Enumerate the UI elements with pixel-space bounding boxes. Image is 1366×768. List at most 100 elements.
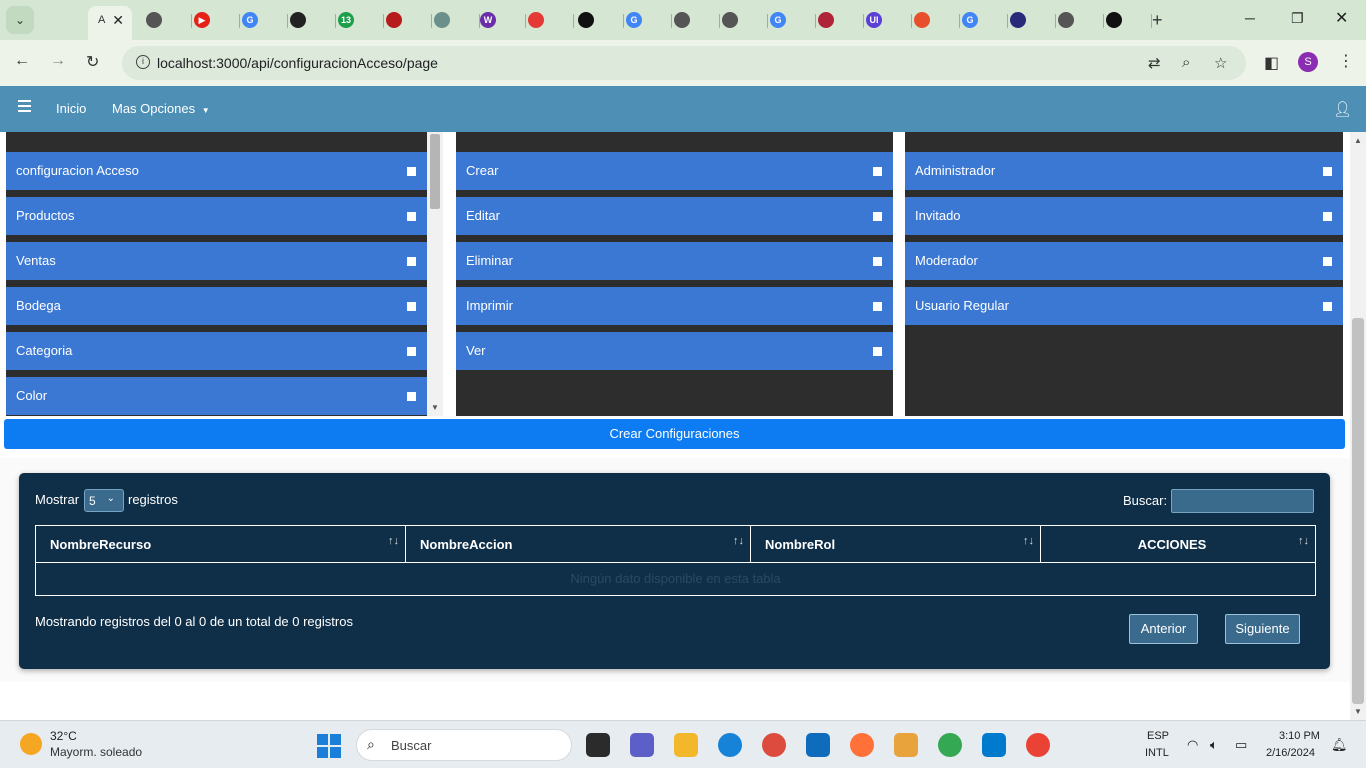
task-view-icon[interactable] <box>586 733 610 757</box>
side-panel-icon[interactable]: ◧ <box>1264 53 1279 73</box>
scroll-thumb[interactable] <box>430 134 440 209</box>
translate-icon[interactable]: ⇄ <box>1148 54 1161 72</box>
weather-description[interactable]: Mayorm. soleado <box>50 745 142 759</box>
weather-sun-icon[interactable] <box>20 733 42 755</box>
chrome-icon-2[interactable] <box>1026 733 1050 757</box>
firefox-icon[interactable] <box>850 733 874 757</box>
bookmark-star-icon[interactable]: ☆ <box>1214 54 1227 72</box>
recursos-scrollbar[interactable]: ▼ <box>427 132 443 416</box>
back-icon[interactable]: ← <box>14 52 30 70</box>
acciones-item-checkbox[interactable] <box>873 167 882 176</box>
acciones-item-checkbox[interactable] <box>873 212 882 221</box>
hamburger-menu-icon[interactable] <box>18 100 31 112</box>
browser-tab[interactable]: UI <box>866 6 912 34</box>
vscode-icon[interactable] <box>982 733 1006 757</box>
page-scroll-thumb[interactable] <box>1352 318 1364 704</box>
browser-tab[interactable]: G <box>242 6 288 34</box>
browser-tab[interactable] <box>1058 6 1104 34</box>
recursos-item[interactable]: Ventas <box>6 242 427 280</box>
chrome-icon[interactable] <box>938 733 962 757</box>
browser-tab[interactable] <box>722 6 768 34</box>
site-info-icon[interactable]: i <box>136 55 150 69</box>
restore-icon[interactable]: ❐ <box>1291 10 1304 27</box>
acciones-item-checkbox[interactable] <box>873 302 882 311</box>
clock-time[interactable]: 3:10 PM <box>1279 730 1320 742</box>
reload-icon[interactable]: ↻ <box>86 52 99 72</box>
recursos-item[interactable]: Bodega <box>6 287 427 325</box>
browser-tab[interactable] <box>818 6 864 34</box>
minimize-icon[interactable]: ─ <box>1245 10 1255 26</box>
search-input[interactable] <box>1171 489 1314 513</box>
chrome-profile-icon[interactable] <box>762 733 786 757</box>
acciones-item[interactable]: Editar <box>456 197 893 235</box>
keyboard-layout-indicator[interactable]: INTL <box>1145 747 1169 759</box>
browser-tab[interactable]: G <box>962 6 1008 34</box>
browser-tab[interactable]: W <box>480 6 526 34</box>
browser-tab[interactable] <box>914 6 960 34</box>
acciones-item[interactable]: Imprimir <box>456 287 893 325</box>
clock-date[interactable]: 2/16/2024 <box>1266 747 1315 759</box>
crear-configuraciones-button[interactable]: Crear Configuraciones <box>4 419 1345 449</box>
col-header-nombre-accion[interactable]: NombreAccion ↑↓ <box>406 526 751 563</box>
browser-tab[interactable]: G <box>770 6 816 34</box>
taskbar-search-box[interactable]: ⌕ Buscar <box>356 729 572 761</box>
col-header-nombre-recurso[interactable]: NombreRecurso ↑↓ <box>36 526 406 563</box>
recursos-item-checkbox[interactable] <box>407 392 416 401</box>
scroll-down-arrow-icon[interactable]: ▼ <box>1354 707 1362 716</box>
browser-tab[interactable] <box>578 6 624 34</box>
address-bar[interactable]: i localhost:3000/api/configuracionAcceso… <box>122 46 1246 80</box>
close-tab-icon[interactable]: ✕ <box>112 12 124 29</box>
acciones-item[interactable]: Ver <box>456 332 893 370</box>
roles-item-checkbox[interactable] <box>1323 212 1332 221</box>
roles-item-checkbox[interactable] <box>1323 167 1332 176</box>
start-windows-icon[interactable] <box>317 734 341 758</box>
roles-item-checkbox[interactable] <box>1323 302 1332 311</box>
roles-item[interactable]: Invitado <box>905 197 1343 235</box>
recursos-item[interactable]: Categoria <box>6 332 427 370</box>
page-length-select[interactable]: 5 ⌄ <box>84 489 124 512</box>
browser-tab[interactable] <box>386 6 432 34</box>
zoom-icon[interactable]: ⌕ <box>1182 54 1190 71</box>
browser-tab[interactable] <box>434 6 480 34</box>
mail-icon[interactable] <box>806 733 830 757</box>
wifi-icon[interactable]: ◠ <box>1187 737 1198 753</box>
scroll-down-arrow-icon[interactable]: ▼ <box>431 403 439 412</box>
scroll-up-arrow-icon[interactable]: ▲ <box>1354 136 1362 145</box>
browser-tab[interactable] <box>674 6 720 34</box>
browser-tab[interactable] <box>528 6 574 34</box>
page-scrollbar[interactable]: ▲ ▼ <box>1350 132 1366 720</box>
roles-item[interactable]: Administrador <box>905 152 1343 190</box>
nav-link-inicio[interactable]: Inicio <box>56 101 86 116</box>
browser-tab[interactable]: ▶ <box>194 6 240 34</box>
acciones-item[interactable]: Eliminar <box>456 242 893 280</box>
forward-icon[interactable]: → <box>50 52 66 70</box>
file-explorer-icon[interactable] <box>674 733 698 757</box>
previous-page-button[interactable]: Anterior <box>1129 614 1198 644</box>
url-text[interactable]: localhost:3000/api/configuracionAcceso/p… <box>157 55 438 71</box>
menu-dots-icon[interactable]: ⋮ <box>1338 51 1354 71</box>
browser-tab[interactable] <box>146 6 192 34</box>
recursos-item[interactable]: configuracion Acceso <box>6 152 427 190</box>
recursos-item-checkbox[interactable] <box>407 257 416 266</box>
browser-tab[interactable]: 13 <box>338 6 384 34</box>
browser-tab[interactable] <box>290 6 336 34</box>
roles-item[interactable]: Usuario Regular <box>905 287 1343 325</box>
new-tab-icon[interactable]: + <box>1152 10 1163 31</box>
user-icon[interactable]: 👤︎ <box>1333 100 1352 118</box>
recursos-item-checkbox[interactable] <box>407 212 416 221</box>
tools-app-icon[interactable] <box>894 733 918 757</box>
profile-avatar[interactable]: S <box>1298 52 1318 72</box>
teams-icon[interactable] <box>630 733 654 757</box>
col-header-nombre-rol[interactable]: NombreRol ↑↓ <box>751 526 1041 563</box>
acciones-item[interactable]: Crear <box>456 152 893 190</box>
recursos-item-checkbox[interactable] <box>407 167 416 176</box>
notification-bell-icon[interactable]: 🔔︎ <box>1331 737 1348 753</box>
recursos-item-checkbox[interactable] <box>407 302 416 311</box>
next-page-button[interactable]: Siguiente <box>1225 614 1300 644</box>
close-window-icon[interactable]: ✕ <box>1335 8 1348 28</box>
volume-icon[interactable]: 🔈︎ <box>1210 737 1218 753</box>
weather-temperature[interactable]: 32°C <box>50 729 77 743</box>
browser-tab[interactable] <box>1106 6 1152 34</box>
recursos-item-checkbox[interactable] <box>407 347 416 356</box>
nav-dropdown-mas-opciones[interactable]: Mas Opciones ▼ <box>112 101 210 116</box>
